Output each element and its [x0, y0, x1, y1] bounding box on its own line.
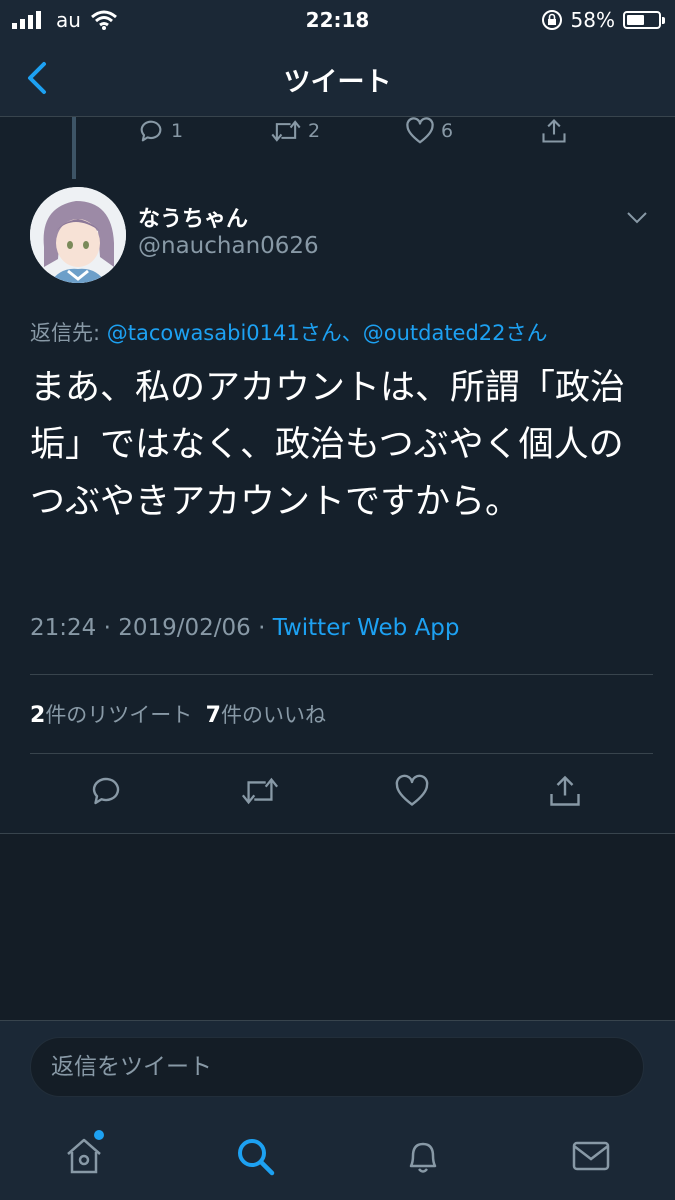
- previous-retweet-count: 2: [308, 120, 321, 142]
- notifications-icon[interactable]: [401, 1134, 445, 1178]
- chevron-down-icon[interactable]: [624, 207, 650, 227]
- avatar[interactable]: [30, 187, 126, 283]
- page-title: ツイート: [283, 67, 392, 98]
- avatar-illustration: [30, 187, 126, 283]
- home-notification-dot: [94, 1130, 104, 1140]
- reply-to-user-2[interactable]: @outdated22さん: [363, 321, 548, 345]
- battery-fill: [627, 15, 645, 25]
- tab-bar: [0, 1114, 675, 1200]
- reply-input[interactable]: 返信をツイート: [30, 1037, 644, 1097]
- tweet-meta: 21:24 · 2019/02/06 · Twitter Web App: [30, 615, 460, 641]
- previous-tweet-actions: 1 2 6: [0, 117, 675, 153]
- display-name[interactable]: なうちゃん: [138, 201, 248, 233]
- divider: [30, 753, 653, 754]
- previous-share-button[interactable]: [540, 117, 568, 145]
- reply-to-user-1[interactable]: @tacowasabi0141さん: [107, 321, 342, 345]
- reply-to-line: 返信先: @tacowasabi0141さん、@outdated22さん: [30, 317, 548, 347]
- share-icon: [542, 119, 566, 143]
- retweet-label: 件のリツイート: [45, 703, 193, 727]
- like-stat[interactable]: 7件のいいね: [205, 703, 326, 728]
- reply-icon: [140, 120, 162, 142]
- like-label: 件のいいね: [220, 703, 326, 727]
- battery-percent: 58%: [570, 8, 615, 32]
- search-icon[interactable]: [233, 1134, 277, 1178]
- tweet-text: まあ、私のアカウントは、所謂「政治垢」ではなく、政治もつぶやく個人のつぶやきアカ…: [30, 368, 626, 522]
- previous-like-count: 6: [441, 120, 454, 142]
- reply-icon[interactable]: [88, 773, 124, 809]
- like-icon[interactable]: [394, 773, 430, 809]
- previous-reply-button[interactable]: 1: [137, 117, 183, 145]
- status-right: 58%: [541, 8, 665, 32]
- home-icon[interactable]: [62, 1134, 106, 1178]
- messages-icon[interactable]: [569, 1134, 613, 1178]
- tweet-source[interactable]: Twitter Web App: [273, 615, 460, 641]
- retweet-icon[interactable]: [240, 773, 280, 809]
- previous-like-button[interactable]: 6: [405, 117, 453, 145]
- divider: [30, 674, 653, 675]
- tweet-timestamp: 21:24 · 2019/02/06 ·: [30, 615, 273, 641]
- retweet-stat[interactable]: 2件のリツイート: [30, 703, 193, 728]
- user-handle[interactable]: @nauchan0626: [138, 233, 319, 259]
- battery-icon: [623, 11, 665, 29]
- lock-rotation-icon: [541, 10, 562, 30]
- retweet-icon: [271, 120, 301, 142]
- nav-bar: ツイート: [0, 40, 675, 117]
- previous-retweet-button[interactable]: 2: [270, 117, 320, 145]
- previous-reply-count: 1: [171, 120, 184, 142]
- reply-to-prefix: 返信先:: [30, 321, 107, 345]
- like-count: 7: [205, 703, 221, 728]
- reply-to-separator: 、: [341, 321, 363, 345]
- like-icon: [406, 117, 434, 144]
- retweet-count: 2: [30, 703, 46, 728]
- tweet-detail: 1 2 6 なうちゃん @nauchan0626 返信先: @tacowasab…: [0, 117, 675, 834]
- reply-bar: 返信をツイート: [0, 1020, 675, 1115]
- tweet-stats: 2件のリツイート 7件のいいね: [30, 699, 326, 729]
- share-icon[interactable]: [547, 773, 583, 809]
- status-bar: au 22:18 58%: [0, 0, 675, 40]
